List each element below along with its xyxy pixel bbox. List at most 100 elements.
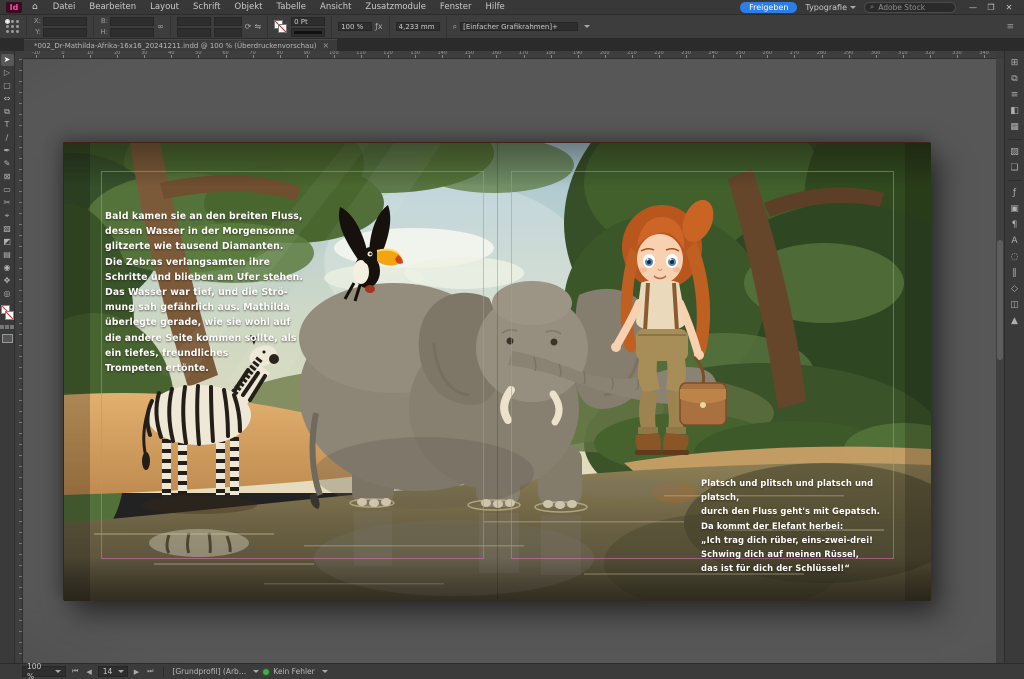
apply-color-buttons[interactable] <box>0 325 14 329</box>
vertical-ruler[interactable] <box>15 59 23 663</box>
free-transform-tool[interactable]: ⌖ <box>1 210 14 222</box>
character-styles-panel-icon[interactable]: A <box>1007 234 1023 248</box>
menu-schrift[interactable]: Schrift <box>186 0 228 15</box>
y-field[interactable] <box>43 28 87 37</box>
preflight-panel-icon[interactable]: ▲ <box>1007 314 1023 328</box>
selection-tool[interactable]: ➤ <box>1 54 14 66</box>
corner-radius-field[interactable]: 4,233 mm <box>396 22 440 31</box>
menu-zusatzmodule[interactable]: Zusatzmodule <box>358 0 433 15</box>
effects-panel-icon[interactable]: ƒ <box>1007 186 1023 200</box>
type-tool[interactable]: T <box>1 119 14 131</box>
horizontal-ruler[interactable]: -100102030405060708090100110120130140150… <box>23 51 996 59</box>
tab-close-icon[interactable]: × <box>322 41 329 50</box>
share-button[interactable]: Freigeben <box>740 2 797 13</box>
note-tool[interactable]: ▤ <box>1 249 14 261</box>
fill-stroke-swatch[interactable] <box>274 20 288 34</box>
rectangle-frame-tool[interactable]: ⊠ <box>1 171 14 183</box>
direct-selection-tool[interactable]: ▷ <box>1 67 14 79</box>
pen-tool[interactable]: ✒ <box>1 145 14 157</box>
cc-libraries-panel-icon[interactable]: ◫ <box>1007 298 1023 312</box>
scrollbar-thumb[interactable] <box>997 240 1003 360</box>
story-text-frame-right[interactable]: Platsch und plitsch und platsch und plat… <box>701 477 913 576</box>
menu-bearbeiten[interactable]: Bearbeiten <box>82 0 143 15</box>
menu-layout[interactable]: Layout <box>143 0 186 15</box>
menu-ansicht[interactable]: Ansicht <box>313 0 358 15</box>
constrain-link-icon[interactable]: ∞ <box>157 22 164 32</box>
close-button[interactable]: ✕ <box>1000 0 1018 15</box>
menu-tabelle[interactable]: Tabelle <box>269 0 313 15</box>
menu-hilfe[interactable]: Hilfe <box>478 0 511 15</box>
maximize-button[interactable]: ❐ <box>982 0 1000 15</box>
style-search-icon[interactable]: ⌕ <box>453 22 457 32</box>
hand-tool[interactable]: ✥ <box>1 275 14 287</box>
stock-search-input[interactable]: ⌕ Adobe Stock <box>864 2 956 13</box>
workspace-switcher[interactable]: Typografie <box>805 3 856 12</box>
align-panel-icon[interactable]: ‖ <box>1007 266 1023 280</box>
app-logo-icon[interactable]: Id <box>6 2 22 13</box>
page-tool[interactable]: ▢ <box>1 80 14 92</box>
links-panel-icon[interactable]: ⧉ <box>1007 72 1023 86</box>
opacity-field[interactable]: 100 % <box>338 22 372 31</box>
ruler-origin-corner[interactable] <box>15 51 23 59</box>
line-tool[interactable]: ∕ <box>1 132 14 144</box>
shear-field[interactable] <box>214 28 242 37</box>
menu-datei[interactable]: Datei <box>46 0 83 15</box>
screen-mode-button[interactable] <box>2 334 13 343</box>
height-field[interactable] <box>110 28 154 37</box>
text-wrap-panel-icon[interactable]: ◌ <box>1007 250 1023 264</box>
minimize-button[interactable]: — <box>964 0 982 15</box>
object-style-dropdown[interactable]: [Einfacher Grafikrahmen]+ <box>460 22 578 31</box>
fill-stroke-swatches[interactable] <box>1 305 14 321</box>
swatches-panel-icon[interactable]: ▦ <box>1007 120 1023 134</box>
vertical-scrollbar[interactable] <box>996 59 1004 663</box>
document-tab[interactable]: *002_Dr-Mathilda-Afrika-16x16_20241211.i… <box>24 39 337 51</box>
pathfinder-panel-icon[interactable]: ◇ <box>1007 282 1023 296</box>
pencil-tool[interactable]: ✎ <box>1 158 14 170</box>
reference-point-proxy[interactable] <box>6 16 27 38</box>
scale-x-field[interactable] <box>177 17 211 26</box>
color-panel-icon[interactable]: ◧ <box>1007 104 1023 118</box>
stroke-panel-icon[interactable]: ≡ <box>1007 88 1023 102</box>
previous-page-button[interactable]: ◀ <box>84 668 93 676</box>
rotate-icon[interactable]: ⟳ <box>245 22 252 32</box>
page-spread[interactable]: Bald kamen sie an den breiten Fluss, des… <box>63 142 930 600</box>
effects-icon[interactable]: ƒx <box>375 22 383 32</box>
story-text-frame-left[interactable]: Bald kamen sie an den breiten Fluss, des… <box>105 209 303 376</box>
object-styles-panel-icon[interactable]: ▣ <box>1007 202 1023 216</box>
first-page-button[interactable]: ⏮ <box>70 667 80 676</box>
menu-fenster[interactable]: Fenster <box>433 0 479 15</box>
page-number-dropdown[interactable]: 14 <box>98 666 128 677</box>
panel-menu-icon[interactable]: ≡ <box>1006 22 1018 32</box>
last-page-button[interactable]: ⏭ <box>145 667 155 676</box>
flip-icon[interactable]: ⇋ <box>254 22 261 32</box>
scale-y-field[interactable] <box>177 28 211 37</box>
chevron-down-icon <box>118 670 124 673</box>
canvas-pasteboard[interactable]: Bald kamen sie an den breiten Fluss, des… <box>23 59 996 663</box>
gradient-feather-tool[interactable]: ◩ <box>1 236 14 248</box>
stroke-style-dropdown[interactable] <box>291 28 325 37</box>
stroke-weight-field[interactable]: 0 Pt <box>291 17 325 26</box>
rectangle-tool[interactable]: ▭ <box>1 184 14 196</box>
preflight-profile-dropdown[interactable]: [Grundprofil] (Arb… <box>172 667 259 676</box>
home-icon[interactable]: ⌂ <box>32 2 38 12</box>
ruler-label: 100 <box>329 51 339 56</box>
layers-panel-icon[interactable]: ❏ <box>1007 161 1023 175</box>
x-label: X: <box>33 17 41 25</box>
gradient-tool[interactable]: ▧ <box>1 223 14 235</box>
rotation-field[interactable] <box>214 17 242 26</box>
menu-objekt[interactable]: Objekt <box>228 0 270 15</box>
preflight-status[interactable]: Kein Fehler <box>263 667 327 676</box>
paragraph-styles-panel-icon[interactable]: ¶ <box>1007 218 1023 232</box>
ruler-label: 40 <box>168 51 174 56</box>
zoom-tool[interactable]: ◎ <box>1 288 14 300</box>
scissors-tool[interactable]: ✂ <box>1 197 14 209</box>
x-field[interactable] <box>43 17 87 26</box>
gap-tool[interactable]: ⇔ <box>1 93 14 105</box>
pages-panel-icon[interactable]: ⊞ <box>1007 56 1023 70</box>
width-field[interactable] <box>110 17 154 26</box>
next-page-button[interactable]: ▶ <box>132 668 141 676</box>
zoom-level-dropdown[interactable]: 100 % <box>22 666 66 677</box>
gradient-panel-icon[interactable]: ▨ <box>1007 145 1023 159</box>
content-collector-tool[interactable]: ⧉ <box>1 106 14 118</box>
eyedropper-tool[interactable]: ◉ <box>1 262 14 274</box>
